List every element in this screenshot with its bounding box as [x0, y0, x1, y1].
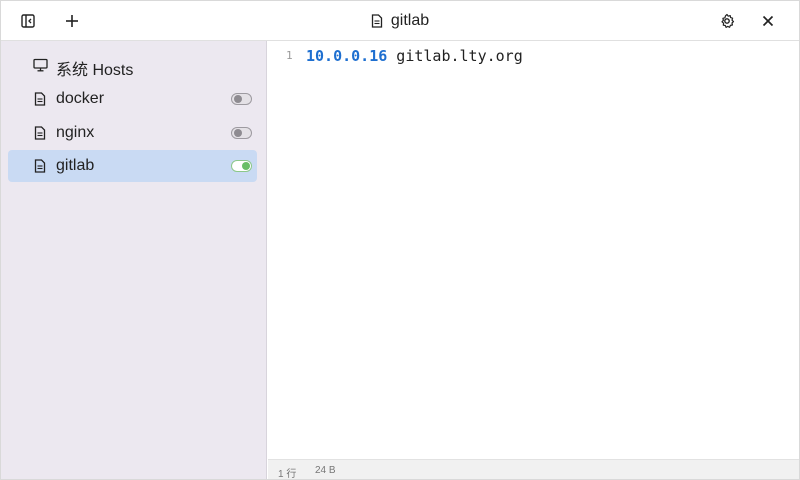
toggle-knob	[234, 129, 242, 137]
hosts-editor[interactable]: 1 10.0.0.16 gitlab.lty.org	[268, 41, 799, 459]
file-icon	[34, 92, 46, 106]
line-count: 1 行	[278, 469, 297, 480]
line-number: 1	[286, 49, 293, 62]
ip-address: 10.0.0.16	[306, 47, 388, 65]
sidebar: 系统 Hosts docker nginx gitlab	[1, 41, 267, 479]
docker-enable-toggle[interactable]	[231, 93, 252, 105]
gitlab-enable-toggle[interactable]	[231, 160, 252, 172]
toggle-knob	[242, 162, 250, 170]
close-button[interactable]	[754, 7, 782, 35]
sidebar-item-gitlab[interactable]: gitlab	[8, 150, 257, 182]
sidebar-item-docker[interactable]: docker	[8, 83, 257, 115]
sidebar-item-label: docker	[56, 90, 105, 107]
gear-icon	[721, 13, 735, 28]
add-hosts-button[interactable]	[58, 7, 86, 35]
plus-icon	[66, 15, 78, 27]
top-bar: gitlab	[1, 1, 799, 41]
nginx-enable-toggle[interactable]	[231, 127, 252, 139]
sidebar-item-nginx[interactable]: nginx	[8, 117, 257, 149]
status-bar: 1 行 24 B	[268, 459, 799, 480]
sidebar-item-label: 系统 Hosts	[56, 62, 134, 79]
sidebar-item-label: gitlab	[56, 157, 95, 174]
hostname: gitlab.lty.org	[387, 47, 523, 65]
file-size: 24 B	[315, 465, 336, 476]
file-icon	[34, 126, 46, 140]
sidebar-toggle-icon	[21, 14, 35, 28]
sidebar-item-system-hosts[interactable]: 系统 Hosts	[8, 49, 257, 81]
sidebar-item-label: nginx	[56, 124, 95, 141]
title-text: gitlab	[390, 12, 430, 29]
toggle-knob	[234, 95, 242, 103]
code-line[interactable]: 10.0.0.16 gitlab.lty.org	[306, 47, 523, 65]
file-icon	[34, 159, 46, 173]
close-icon	[762, 15, 774, 27]
file-icon	[371, 14, 383, 28]
monitor-icon	[32, 58, 48, 72]
toggle-sidebar-button[interactable]	[14, 7, 42, 35]
app-window: gitlab 系统 Hosts docker nginx gitlab 1 10…	[0, 0, 800, 480]
window-title: gitlab	[1, 1, 799, 41]
settings-button[interactable]	[713, 7, 741, 35]
